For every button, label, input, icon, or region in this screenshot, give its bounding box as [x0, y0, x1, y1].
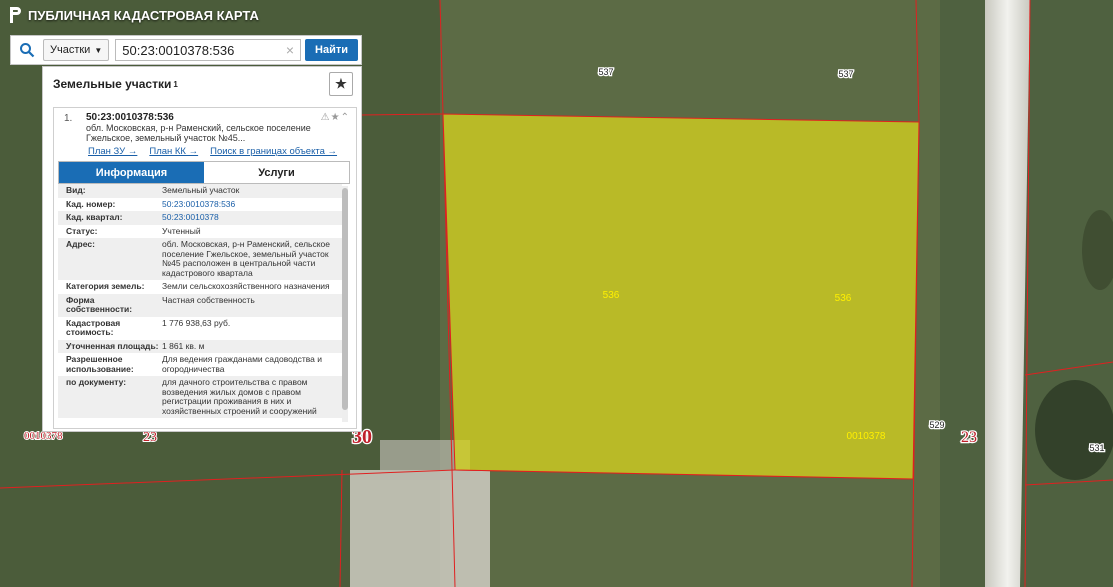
info-row: Статус: Учтенный: [58, 225, 342, 239]
tab-services[interactable]: Услуги: [204, 162, 349, 183]
district-label-23: 23: [961, 429, 977, 446]
parcel-label-536-b: 536: [835, 293, 852, 304]
parcel-label-529: 529: [929, 420, 944, 430]
info-row: Разрешенное использование: Для ведения гр…: [58, 353, 342, 376]
tab-info[interactable]: Информация: [59, 162, 204, 183]
parcel-label-537-b: 537: [838, 69, 853, 79]
panel-header: Земельные участки 1 ★: [43, 67, 361, 101]
info-value: для дачного строительства с правом возве…: [162, 377, 317, 416]
result-number[interactable]: 50:23:0010378:536: [86, 112, 174, 123]
result-tabs: Информация Услуги: [58, 161, 350, 184]
info-row: Уточненная площадь: 1 861 кв. м: [58, 339, 342, 353]
search-input[interactable]: 50:23:0010378:536 ×: [115, 39, 302, 61]
info-row: Кадастровая стоимость: 1 776 938,63 руб.: [58, 317, 342, 340]
search-bar: Участки ▼ 50:23:0010378:536 × Найти: [10, 35, 362, 65]
clear-icon[interactable]: ×: [286, 42, 294, 58]
info-table: Вид: Земельный участок Кад. номер: 50:23:00…: [58, 184, 342, 424]
quarter-label-0010378: 0010378: [847, 431, 886, 442]
card-actions: ⚠★⌃: [321, 112, 350, 123]
result-index: 1.: [64, 113, 73, 124]
find-button[interactable]: Найти: [305, 39, 358, 61]
district-label-23-left: 23: [143, 430, 157, 445]
result-card[interactable]: 1. 50:23:0010378:536 ⚠★⌃ обл. Московская…: [53, 107, 357, 429]
info-key: Кадастровая стоимость:: [66, 317, 121, 337]
scrollbar[interactable]: [342, 186, 348, 422]
info-key: Форма собственности:: [66, 294, 133, 314]
info-value[interactable]: 50:23:0010378:536: [162, 199, 342, 210]
panel-title: Земельные участки: [53, 77, 172, 91]
info-value: Частная собственность: [162, 294, 255, 305]
info-value: обл. Московская, р-н Раменский, сельское…: [162, 239, 331, 278]
star-icon[interactable]: ★: [331, 112, 341, 123]
info-row: по документу: для дачного строительства с…: [58, 376, 342, 418]
info-key: Разрешенное использование:: [66, 354, 134, 374]
info-value[interactable]: 50:23:0010378: [162, 212, 342, 223]
info-row: Кад. квартал: 50:23:0010378: [58, 211, 342, 225]
info-key: Адрес:: [66, 239, 95, 249]
info-key: Кад. номер:: [66, 198, 116, 209]
info-row: Адрес: обл. Московская, р-н Раменский, се…: [58, 238, 342, 280]
chevron-up-icon[interactable]: ⌃: [341, 112, 350, 123]
favorite-button[interactable]: ★: [329, 72, 353, 96]
star-icon: ★: [335, 76, 347, 91]
parcel-label-536-a: 536: [603, 290, 620, 301]
info-key: по документу:: [66, 377, 127, 387]
info-row: Вид: Земельный участок: [58, 184, 342, 198]
link-plan-kk[interactable]: План КК →: [149, 146, 198, 157]
info-value: Земельный участок: [162, 185, 240, 195]
info-value: Земли сельскохозяйственного назначения: [162, 281, 330, 291]
info-row: Категория земель: Земли сельскохозяйствен…: [58, 280, 342, 294]
result-links: План ЗУ → План КК → Поиск в границах объ…: [88, 146, 337, 157]
app-title: ПУБЛИЧНАЯ КАДАСТРОВАЯ КАРТА: [28, 7, 259, 23]
search-icon[interactable]: [11, 36, 43, 64]
app-header: ПУБЛИЧНАЯ КАДАСТРОВАЯ КАРТА: [0, 0, 259, 30]
search-type-select[interactable]: Участки ▼: [43, 39, 110, 61]
info-value: 1 861 кв. м: [162, 340, 205, 351]
warning-icon[interactable]: ⚠: [321, 112, 331, 123]
parcel-label-531: 531: [1089, 443, 1104, 453]
logo-icon: [10, 7, 21, 23]
info-value: 1 776 938,63 руб.: [162, 317, 231, 328]
search-query: 50:23:0010378:536: [122, 42, 235, 58]
result-address: обл. Московская, р-н Раменский, сельское…: [86, 123, 311, 143]
search-type-label: Участки: [50, 44, 91, 56]
link-plan-zu[interactable]: План ЗУ →: [88, 146, 137, 157]
scroll-thumb[interactable]: [342, 188, 348, 410]
info-value: Учтенный: [162, 225, 201, 236]
chevron-down-icon: ▼: [94, 45, 103, 55]
info-row: Форма собственности: Частная собственност…: [58, 293, 342, 317]
info-key: Вид:: [66, 185, 86, 195]
results-panel: Земельные участки 1 ★ 1. 50:23:0010378:53…: [42, 66, 362, 432]
link-search-in-bounds[interactable]: Поиск в границах объекта →: [210, 146, 337, 157]
info-key: Категория земель:: [66, 281, 145, 291]
info-key: Статус:: [66, 225, 98, 236]
results-count: 1: [173, 79, 178, 89]
parcel-label-537-a: 537: [598, 67, 613, 77]
info-key: Кад. квартал:: [66, 212, 123, 222]
info-key: Уточненная площадь:: [66, 340, 159, 351]
info-value: Для ведения гражданами садоводства и ого…: [162, 354, 323, 374]
info-row: Кад. номер: 50:23:0010378:536: [58, 198, 342, 212]
